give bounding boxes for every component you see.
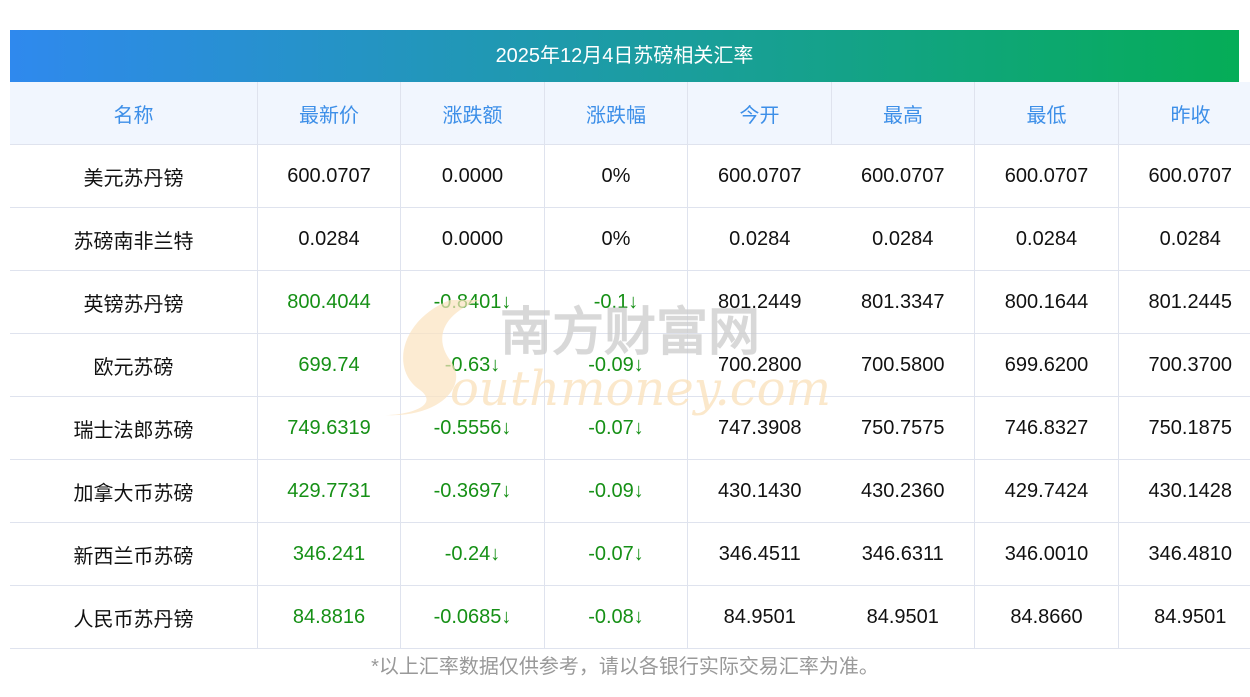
cell-high: 346.6311: [831, 522, 975, 586]
header-row: 名称 最新价 涨跌额 涨跌幅 今开 最高 最低 昨收: [10, 82, 1250, 145]
cell-latest: 429.7731: [257, 459, 401, 523]
cell-low: 699.6200: [974, 333, 1119, 397]
table-row: 新西兰币苏磅 346.241 -0.24↓ -0.07↓ 346.4511 346.631…: [10, 522, 1250, 586]
cell-latest: 346.241: [257, 522, 401, 586]
table-row: 加拿大币苏磅 429.7731 -0.3697↓ -0.09↓ 430.1430 430.…: [10, 459, 1250, 523]
table-title: 2025年12月4日苏磅相关汇率: [10, 30, 1239, 82]
cell-change: 0.0000: [400, 144, 545, 208]
cell-low: 0.0284: [974, 207, 1119, 271]
cell-high: 84.9501: [831, 585, 975, 649]
table-row: 苏磅南非兰特 0.0284 0.0000 0% 0.0284 0.0284 0.0284 0.…: [10, 207, 1250, 271]
cell-open: 747.3908: [687, 396, 832, 460]
column-header-low: 最低: [974, 82, 1119, 145]
cell-name: 人民币苏丹镑: [10, 585, 258, 649]
cell-high: 600.0707: [831, 144, 975, 208]
cell-open: 0.0284: [687, 207, 832, 271]
column-header-name: 名称: [10, 82, 258, 145]
column-header-change: 涨跌额: [400, 82, 545, 145]
cell-prev: 0.0284: [1118, 207, 1250, 271]
cell-prev: 346.4810: [1118, 522, 1250, 586]
cell-high: 0.0284: [831, 207, 975, 271]
cell-low: 600.0707: [974, 144, 1119, 208]
cell-change: -0.5556↓: [400, 396, 545, 460]
cell-pct: 0%: [544, 144, 688, 208]
cell-name: 新西兰币苏磅: [10, 522, 258, 586]
cell-latest: 84.8816: [257, 585, 401, 649]
cell-open: 600.0707: [687, 144, 832, 208]
cell-name: 瑞士法郎苏磅: [10, 396, 258, 460]
disclaimer: *以上汇率数据仅供参考，请以各银行实际交易汇率为准。: [371, 656, 879, 678]
cell-open: 700.2800: [687, 333, 832, 397]
cell-change: -0.63↓: [400, 333, 545, 397]
exchange-rate-table: 名称 最新价 涨跌额 涨跌幅 今开 最高 最低 昨收 美元苏丹镑 600.0707 0.0000 0…: [10, 82, 1250, 649]
cell-latest: 699.74: [257, 333, 401, 397]
column-header-latest: 最新价: [257, 82, 401, 145]
cell-low: 429.7424: [974, 459, 1119, 523]
cell-low: 746.8327: [974, 396, 1119, 460]
cell-open: 84.9501: [687, 585, 832, 649]
column-header-pct: 涨跌幅: [544, 82, 688, 145]
table-row: 欧元苏磅 699.74 -0.63↓ -0.09↓ 700.2800 700.5800 69…: [10, 333, 1250, 397]
cell-prev: 801.2445: [1118, 270, 1250, 334]
cell-prev: 84.9501: [1118, 585, 1250, 649]
table-row: 人民币苏丹镑 84.8816 -0.0685↓ -0.08↓ 84.9501 84.950…: [10, 585, 1250, 649]
table-row: 英镑苏丹镑 800.4044 -0.8401↓ -0.1↓ 801.2449 801.33…: [10, 270, 1250, 334]
cell-pct: -0.09↓: [544, 459, 688, 523]
table-row: 美元苏丹镑 600.0707 0.0000 0% 600.0707 600.0707 600…: [10, 144, 1250, 208]
column-header-prev: 昨收: [1118, 82, 1250, 145]
cell-pct: -0.08↓: [544, 585, 688, 649]
cell-name: 加拿大币苏磅: [10, 459, 258, 523]
cell-open: 346.4511: [687, 522, 832, 586]
cell-pct: -0.07↓: [544, 522, 688, 586]
cell-change: -0.0685↓: [400, 585, 545, 649]
cell-low: 346.0010: [974, 522, 1119, 586]
cell-open: 430.1430: [687, 459, 832, 523]
cell-prev: 750.1875: [1118, 396, 1250, 460]
cell-pct: -0.09↓: [544, 333, 688, 397]
cell-low: 84.8660: [974, 585, 1119, 649]
column-header-high: 最高: [831, 82, 975, 145]
cell-name: 欧元苏磅: [10, 333, 258, 397]
cell-prev: 430.1428: [1118, 459, 1250, 523]
cell-latest: 600.0707: [257, 144, 401, 208]
cell-change: -0.24↓: [400, 522, 545, 586]
cell-name: 英镑苏丹镑: [10, 270, 258, 334]
cell-change: -0.8401↓: [400, 270, 545, 334]
cell-pct: -0.07↓: [544, 396, 688, 460]
cell-high: 750.7575: [831, 396, 975, 460]
cell-high: 700.5800: [831, 333, 975, 397]
cell-pct: -0.1↓: [544, 270, 688, 334]
cell-high: 430.2360: [831, 459, 975, 523]
cell-open: 801.2449: [687, 270, 832, 334]
cell-low: 800.1644: [974, 270, 1119, 334]
cell-name: 美元苏丹镑: [10, 144, 258, 208]
column-header-open: 今开: [687, 82, 832, 145]
cell-prev: 600.0707: [1118, 144, 1250, 208]
exchange-rate-panel: 2025年12月4日苏磅相关汇率 名称 最新价 涨跌额 涨跌幅 今开 最高 最低 昨收 美元苏…: [10, 30, 1250, 649]
table-row: 瑞士法郎苏磅 749.6319 -0.5556↓ -0.07↓ 747.3908 750.…: [10, 396, 1250, 460]
cell-pct: 0%: [544, 207, 688, 271]
cell-latest: 800.4044: [257, 270, 401, 334]
cell-name: 苏磅南非兰特: [10, 207, 258, 271]
cell-latest: 749.6319: [257, 396, 401, 460]
cell-change: 0.0000: [400, 207, 545, 271]
cell-latest: 0.0284: [257, 207, 401, 271]
cell-prev: 700.3700: [1118, 333, 1250, 397]
cell-change: -0.3697↓: [400, 459, 545, 523]
cell-high: 801.3347: [831, 270, 975, 334]
